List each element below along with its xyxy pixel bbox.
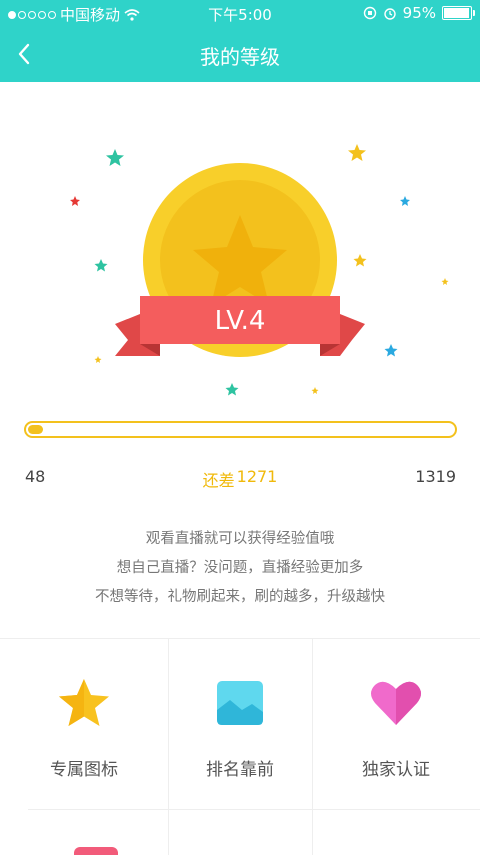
star-icon <box>56 675 112 731</box>
level-progress-fill <box>28 425 43 434</box>
status-right: 95% <box>363 4 475 22</box>
privilege-item-ranking[interactable]: 排名靠前 <box>168 639 312 809</box>
privilege-grid: 专属图标 排名靠前 独家认证 <box>0 638 480 855</box>
battery-icon <box>442 6 475 20</box>
remaining-value: 1271 <box>236 467 278 486</box>
star-icon <box>70 196 80 206</box>
star-icon <box>94 259 108 272</box>
star-icon <box>311 387 319 394</box>
star-icon <box>384 344 398 357</box>
privilege-label: 专属图标 <box>50 760 118 780</box>
progress-remaining: 还差 1271 <box>0 467 480 491</box>
alarm-icon <box>383 8 396 20</box>
description-line: 不想等待，礼物刷起来，刷的越多，升级越快 <box>95 589 385 605</box>
description-line: 观看直播就可以获得经验值哦 <box>145 531 335 547</box>
star-icon <box>94 356 102 363</box>
picture-icon <box>212 675 268 731</box>
page-title: 我的等级 <box>200 45 280 69</box>
level-progress-bar <box>24 421 457 438</box>
privilege-label: 排名靠前 <box>206 760 274 780</box>
level-badge-text: LV.4 <box>214 306 266 336</box>
remaining-prefix: 还差 <box>202 471 235 490</box>
description-line: 想自己直播？没问题，直播经验更加多 <box>116 560 364 576</box>
privilege-item-partial[interactable] <box>74 847 118 855</box>
star-icon <box>353 254 367 267</box>
nav-bar: 我的等级 <box>0 26 480 82</box>
privilege-item-certification[interactable]: 独家认证 <box>312 639 480 809</box>
star-icon <box>400 196 410 206</box>
level-medal-area: LV.4 <box>0 82 480 412</box>
heart-icon <box>368 675 424 731</box>
star-icon <box>441 278 449 285</box>
star-icon <box>106 149 124 166</box>
star-icon <box>348 144 366 161</box>
star-icon <box>225 383 239 396</box>
privilege-item-exclusive-icon[interactable]: 专属图标 <box>0 639 168 809</box>
medal-illustration <box>70 144 449 396</box>
orientation-lock-icon <box>363 6 376 20</box>
grid-divider <box>28 809 480 810</box>
status-bar: 中国移动 下午5:00 95% <box>0 0 480 26</box>
battery-level <box>444 8 469 18</box>
privilege-label: 独家认证 <box>362 760 430 780</box>
progress-target-value: 1319 <box>415 467 456 486</box>
battery-percent: 95% <box>402 4 436 22</box>
